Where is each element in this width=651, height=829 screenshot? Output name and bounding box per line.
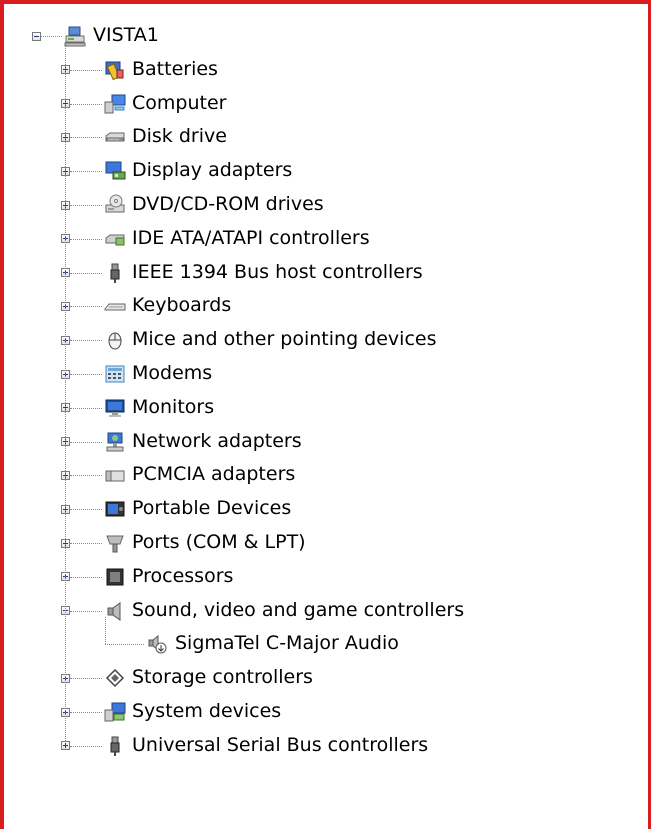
- tree-item-system-devices-label: System devices: [132, 700, 282, 722]
- tree-connector-line: [70, 543, 102, 545]
- tree-item-batteries-label: Batteries: [132, 57, 218, 80]
- tree-root-vista1[interactable]: [62, 19, 63, 53]
- system-device-icon: [104, 701, 126, 723]
- tree-item-sound-video-and-game-controllers[interactable]: [102, 594, 103, 628]
- tree-connector-line: [65, 42, 67, 741]
- tree-item-display-adapters[interactable]: [102, 154, 103, 188]
- tree-item-ieee-1394-bus-host-controllers-label: IEEE 1394 Bus host controllers: [132, 260, 423, 283]
- tree-item-ports-com-lpt[interactable]: [102, 526, 103, 560]
- tree-connector-line: [70, 239, 102, 241]
- tree-connector-line: [70, 306, 102, 308]
- mouse-icon: [104, 329, 126, 351]
- firewire-icon: [104, 262, 126, 284]
- tree-item-storage-controllers-label: Storage controllers: [132, 666, 313, 689]
- port-icon: [104, 532, 126, 554]
- processor-icon: [104, 566, 126, 588]
- tree-item-storage-controllers[interactable]: [102, 661, 103, 695]
- usb-icon: [104, 735, 126, 757]
- battery-icon: [104, 59, 126, 81]
- tree-connector-line: [70, 137, 102, 139]
- keyboard-icon: [104, 295, 126, 317]
- tree-connector-line: [70, 442, 102, 444]
- tree-item-computer-label: Computer: [132, 91, 227, 114]
- tree-root-vista1-label: VISTA1: [93, 24, 159, 46]
- tree-item-network-adapters[interactable]: [102, 425, 103, 459]
- tree-connector-line: [70, 374, 102, 376]
- dvd-drive-icon: [104, 194, 126, 216]
- tree-item-keyboards[interactable]: [102, 289, 103, 323]
- disk-drive-icon: [104, 126, 126, 148]
- computer-network-icon: [64, 25, 86, 47]
- tree-connector-line: [70, 712, 102, 714]
- tree-connector-line: [70, 611, 102, 613]
- tree-item-sound-video-and-game-controllers-label: Sound, video and game controllers: [132, 598, 465, 621]
- tree-item-processors[interactable]: [102, 560, 103, 594]
- device-manager-window: VISTA1 Batteries Computer Disk drive Dis…: [0, 0, 651, 829]
- monitor-icon: [104, 397, 126, 419]
- tree-item-ports-com-lpt-label: Ports (COM & LPT): [132, 531, 306, 553]
- tree-item-monitors[interactable]: [102, 391, 103, 425]
- device-tree[interactable]: VISTA1 Batteries Computer Disk drive Dis…: [4, 4, 644, 824]
- tree-item-computer[interactable]: [102, 87, 103, 121]
- tree-connector-line: [105, 616, 107, 645]
- speaker-icon: [104, 600, 126, 622]
- tree-item-modems-label: Modems: [132, 362, 213, 384]
- tree-connector-line: [70, 205, 102, 207]
- network-adapter-icon: [104, 431, 126, 453]
- ide-controller-icon: [104, 228, 126, 250]
- tree-item-keyboards-label: Keyboards: [132, 294, 232, 317]
- tree-item-universal-serial-bus-controllers-label: Universal Serial Bus controllers: [132, 733, 429, 756]
- collapse-root-toggle[interactable]: [31, 31, 41, 41]
- tree-item-universal-serial-bus-controllers[interactable]: [102, 729, 103, 763]
- tree-connector-line: [70, 408, 102, 410]
- tree-connector-line: [41, 36, 62, 38]
- audio-device-icon: [146, 633, 168, 655]
- tree-item-pcmcia-adapters-label: PCMCIA adapters: [132, 463, 296, 486]
- tree-connector-line: [70, 340, 102, 342]
- tree-item-dvd-cd-rom-drives[interactable]: [102, 188, 103, 222]
- tree-connector-line: [70, 273, 102, 275]
- tree-connector-line: [105, 644, 144, 646]
- tree-connector-line: [70, 171, 102, 173]
- tree-connector-line: [70, 577, 102, 579]
- portable-device-icon: [104, 498, 126, 520]
- tree-item-ide-ata-atapi-controllers-label: IDE ATA/ATAPI controllers: [132, 226, 370, 249]
- tree-item-pcmcia-adapters[interactable]: [102, 458, 103, 492]
- tree-item-mice-and-other-pointing-devices[interactable]: [102, 323, 103, 357]
- storage-controller-icon: [104, 667, 126, 689]
- tree-item-batteries[interactable]: [102, 53, 103, 87]
- tree-item-ieee-1394-bus-host-controllers[interactable]: [102, 256, 103, 290]
- tree-connector-line: [70, 678, 102, 680]
- tree-item-dvd-cd-rom-drives-label: DVD/CD-ROM drives: [132, 193, 324, 215]
- computer-icon: [104, 93, 126, 115]
- tree-item-disk-drive-label: Disk drive: [132, 125, 227, 148]
- tree-item-portable-devices-label: Portable Devices: [132, 497, 292, 520]
- tree-connector-line: [70, 70, 102, 72]
- tree-connector-line: [70, 104, 102, 106]
- tree-connector-line: [70, 509, 102, 511]
- tree-connector-line: [70, 746, 102, 748]
- tree-connector-line: [70, 475, 102, 477]
- tree-item-display-adapters-label: Display adapters: [132, 159, 293, 182]
- tree-item-monitors-label: Monitors: [132, 395, 215, 418]
- tree-item-network-adapters-label: Network adapters: [132, 429, 302, 452]
- modem-icon: [104, 363, 126, 385]
- tree-item-processors-label: Processors: [132, 564, 234, 587]
- tree-item-mice-and-other-pointing-devices-label: Mice and other pointing devices: [132, 328, 437, 351]
- expand-universal-serial-bus-controllers-toggle[interactable]: [60, 741, 70, 751]
- tree-item-sigmatel-c-major-audio[interactable]: [144, 627, 145, 661]
- pcmcia-icon: [104, 464, 126, 486]
- tree-item-ide-ata-atapi-controllers[interactable]: [102, 222, 103, 256]
- tree-item-system-devices[interactable]: [102, 695, 103, 729]
- tree-item-sigmatel-c-major-audio-label: SigmaTel C-Major Audio: [175, 632, 399, 655]
- tree-item-modems[interactable]: [102, 357, 103, 391]
- tree-item-disk-drive[interactable]: [102, 120, 103, 154]
- display-adapter-icon: [104, 160, 126, 182]
- tree-item-portable-devices[interactable]: [102, 492, 103, 526]
